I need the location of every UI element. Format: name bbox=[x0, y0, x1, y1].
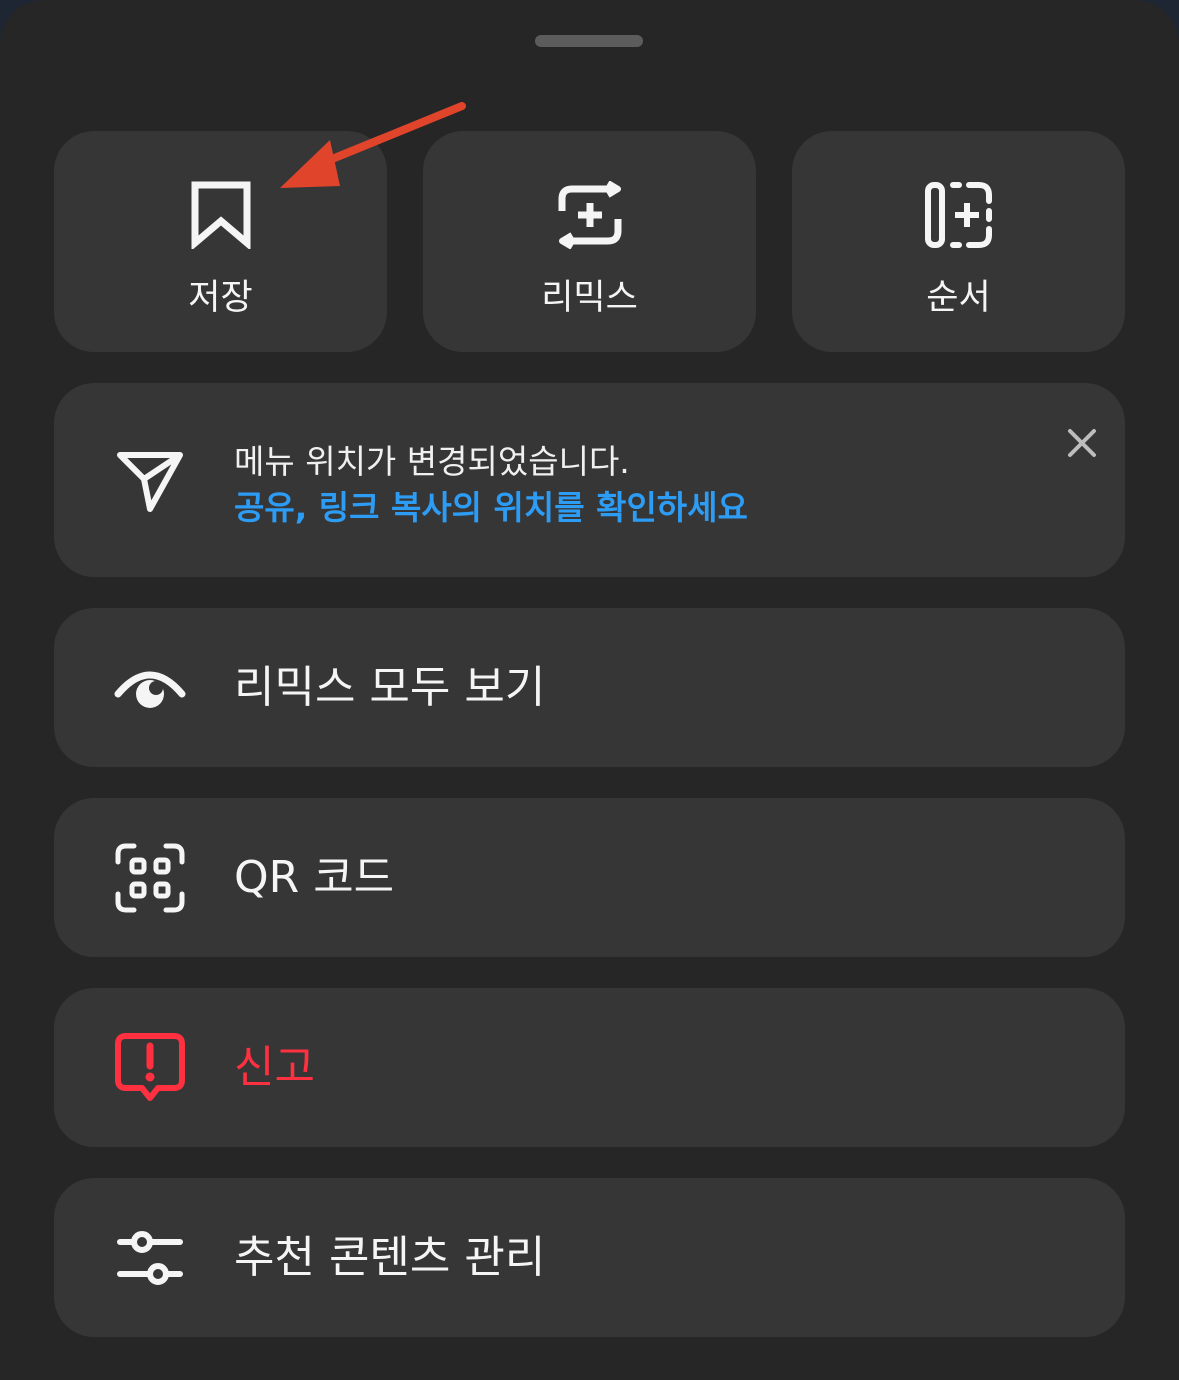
sliders-icon bbox=[117, 1231, 183, 1285]
menu-moved-notice: 메뉴 위치가 변경되었습니다. 공유, 링크 복사의 위치를 확인하세요 bbox=[54, 383, 1125, 577]
bookmark-icon bbox=[191, 181, 251, 249]
send-icon bbox=[117, 452, 183, 512]
sequence-button[interactable]: 순서 bbox=[792, 131, 1125, 352]
sequence-icon bbox=[925, 182, 992, 248]
qr-code-label: QR 코드 bbox=[234, 852, 395, 903]
qr-code-button[interactable]: QR 코드 bbox=[54, 798, 1125, 957]
qr-code-icon bbox=[115, 843, 185, 913]
save-label: 저장 bbox=[188, 278, 253, 318]
close-icon[interactable] bbox=[1066, 427, 1098, 459]
remix-icon bbox=[558, 181, 622, 249]
report-icon bbox=[115, 1033, 185, 1101]
drag-handle[interactable] bbox=[535, 35, 643, 47]
report-button[interactable]: 신고 bbox=[54, 988, 1125, 1147]
manage-recommended-button[interactable]: 추천 콘텐츠 관리 bbox=[54, 1178, 1125, 1337]
annotation-arrow bbox=[280, 102, 466, 188]
bottom-sheet: 저장 리믹스 순서 메뉴 위치가 변경되었습니다. 공유, 링크 복사의 위치를… bbox=[0, 0, 1179, 1380]
remix-button[interactable]: 리믹스 bbox=[423, 131, 756, 352]
remix-label: 리믹스 bbox=[541, 278, 638, 318]
view-all-remixes-label: 리믹스 모두 보기 bbox=[234, 662, 546, 713]
sequence-label: 순서 bbox=[926, 278, 991, 318]
report-label: 신고 bbox=[234, 1042, 315, 1093]
eye-icon bbox=[114, 671, 186, 708]
notice-title: 메뉴 위치가 변경되었습니다. bbox=[234, 442, 630, 481]
manage-recommended-label: 추천 콘텐츠 관리 bbox=[234, 1232, 546, 1283]
view-all-remixes-button[interactable]: 리믹스 모두 보기 bbox=[54, 608, 1125, 767]
notice-link[interactable]: 공유, 링크 복사의 위치를 확인하세요 bbox=[234, 481, 748, 529]
